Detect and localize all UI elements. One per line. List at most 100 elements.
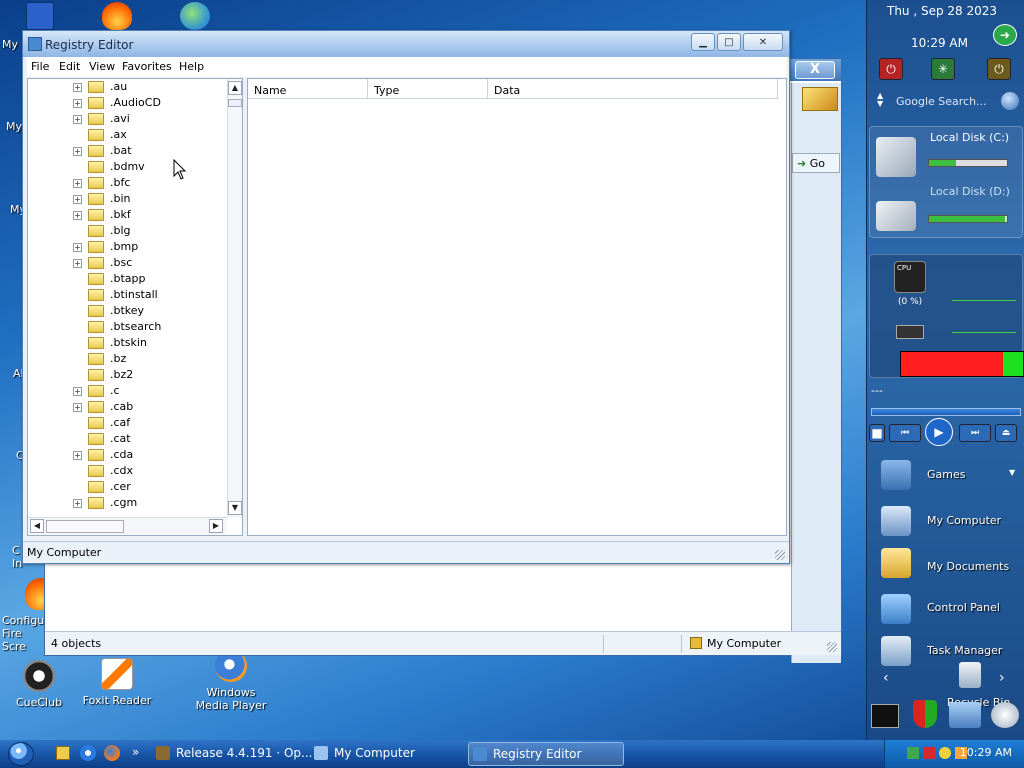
quicklaunch-firefox-icon[interactable] (104, 745, 120, 761)
minimize-button[interactable]: ▁ (691, 33, 715, 51)
play-icon[interactable]: ▶ (925, 418, 953, 446)
expand-plus-icon[interactable]: + (73, 83, 82, 92)
menu-favorites[interactable]: Favorites (122, 60, 172, 73)
tree-item[interactable]: .bz (28, 351, 224, 367)
desktop-icon-top-2[interactable] (102, 2, 132, 30)
quicklaunch-folder-icon[interactable] (56, 746, 70, 760)
menu-edit[interactable]: Edit (59, 60, 80, 73)
sidebar-prev-arrow-icon[interactable]: ‹ (883, 670, 889, 686)
previous-icon[interactable]: ⏮ (889, 424, 921, 442)
tree-item[interactable]: .btinstall (28, 287, 224, 303)
registry-values-list[interactable]: Name Type Data (247, 78, 787, 536)
tree-item[interactable]: + .au (28, 79, 224, 95)
scroll-thumb[interactable] (228, 99, 242, 107)
taskbar-clock[interactable]: 10:29 AM (960, 746, 1012, 759)
expand-plus-icon[interactable]: + (73, 387, 82, 396)
desktop-icon-cueclub[interactable]: CueClub (0, 660, 80, 709)
expand-plus-icon[interactable]: + (73, 195, 82, 204)
search-arrows-icon[interactable]: ▲ ▼ (877, 92, 883, 108)
tree-item[interactable]: + .c (28, 383, 224, 399)
expand-plus-icon[interactable]: + (73, 243, 82, 252)
tree-item[interactable]: .cat (28, 431, 224, 447)
scroll-up-arrow-icon[interactable]: ▲ (228, 81, 242, 95)
tree-item[interactable]: + .avi (28, 111, 224, 127)
tray-network-icon[interactable] (907, 747, 919, 759)
my-computer-close-button[interactable]: X (795, 61, 835, 79)
tree-item[interactable]: .btskin (28, 335, 224, 351)
tree-item[interactable]: .btkey (28, 303, 224, 319)
tree-item[interactable]: .cer (28, 479, 224, 495)
maximize-button[interactable]: □ (717, 33, 741, 51)
resize-grip[interactable] (775, 550, 785, 560)
tray-shield-icon[interactable] (923, 747, 935, 759)
quicklaunch-ie-icon[interactable] (80, 745, 96, 761)
sidebar-expand-arrow-icon[interactable]: ▼ (1009, 468, 1015, 477)
speaker-icon[interactable] (991, 702, 1019, 728)
expand-plus-icon[interactable]: + (73, 99, 82, 108)
expand-plus-icon[interactable]: + (73, 179, 82, 188)
menu-file[interactable]: File (31, 60, 49, 73)
taskbar-item-my-computer[interactable]: My Computer (310, 742, 460, 766)
command-prompt-icon[interactable] (871, 704, 899, 728)
tree-item[interactable]: .blg (28, 223, 224, 239)
scroll-down-arrow-icon[interactable]: ▼ (228, 501, 242, 515)
expand-plus-icon[interactable]: + (73, 451, 82, 460)
desktop-label-my-2[interactable]: My (6, 120, 22, 133)
tree-item[interactable]: .cdx (28, 463, 224, 479)
taskbar-item-release[interactable]: Release 4.4.191 · Op... (152, 742, 312, 766)
tree-horizontal-scrollbar[interactable]: ◀ ▶ (28, 517, 227, 535)
tree-item[interactable]: + .bmp (28, 239, 224, 255)
tree-item[interactable]: + .bat (28, 143, 224, 159)
tree-item[interactable]: .ax (28, 127, 224, 143)
tree-item[interactable]: .btapp (28, 271, 224, 287)
scroll-left-arrow-icon[interactable]: ◀ (30, 519, 44, 533)
quicklaunch-chevron[interactable]: » (132, 745, 139, 759)
expand-plus-icon[interactable]: + (73, 115, 82, 124)
column-header-data[interactable]: Data (488, 79, 778, 99)
sidebar-next-arrow-icon[interactable]: › (999, 670, 1005, 686)
tree-item[interactable]: + .cab (28, 399, 224, 415)
tree-item[interactable]: + .cda (28, 447, 224, 463)
tree-item[interactable]: .btsearch (28, 319, 224, 335)
go-button[interactable]: ➜ Go (792, 153, 840, 173)
eject-icon[interactable]: ⏏ (995, 424, 1017, 442)
forward-arrow-icon[interactable]: ➜ (993, 24, 1017, 46)
menu-help[interactable]: Help (179, 60, 204, 73)
tree-item[interactable]: .bz2 (28, 367, 224, 383)
taskbar-item-registry-editor[interactable]: Registry Editor (468, 742, 624, 766)
menu-view[interactable]: View (89, 60, 115, 73)
network-computers-icon[interactable] (949, 702, 981, 728)
standby-icon[interactable]: ⏻ (987, 58, 1011, 80)
start-button[interactable] (8, 742, 34, 766)
expand-plus-icon[interactable]: + (73, 499, 82, 508)
tree-item[interactable]: + .bkf (28, 207, 224, 223)
tree-item[interactable]: + .AudioCD (28, 95, 224, 111)
tree-item[interactable]: + .bin (28, 191, 224, 207)
media-progress-bar[interactable] (871, 408, 1021, 416)
tree-item[interactable]: .caf (28, 415, 224, 431)
close-button[interactable]: ✕ (743, 33, 783, 51)
network-icon[interactable]: ✳ (931, 58, 955, 80)
desktop-icon-windows-media-player[interactable]: Windows Media Player (190, 650, 272, 712)
tree-item[interactable]: + .bsc (28, 255, 224, 271)
tree-item[interactable]: + .bfc (28, 175, 224, 191)
registry-editor-window[interactable]: Registry Editor ▁ □ ✕ File Edit View Fav… (22, 30, 790, 564)
registry-editor-titlebar[interactable]: Registry Editor ▁ □ ✕ (23, 31, 789, 57)
expand-plus-icon[interactable]: + (73, 259, 82, 268)
tree-vertical-scrollbar[interactable]: ▲ ▼ (227, 79, 242, 517)
resize-grip[interactable] (827, 642, 837, 652)
tree-item[interactable]: .bdmv (28, 159, 224, 175)
expand-plus-icon[interactable]: + (73, 147, 82, 156)
expand-plus-icon[interactable]: + (73, 403, 82, 412)
scroll-right-arrow-icon[interactable]: ▶ (209, 519, 223, 533)
search-orb-icon[interactable] (1001, 92, 1019, 110)
stop-icon[interactable]: ■ (869, 424, 885, 442)
tree-item[interactable]: + .cgm (28, 495, 224, 511)
column-header-name[interactable]: Name (248, 79, 368, 99)
column-header-type[interactable]: Type (368, 79, 488, 99)
registry-tree[interactable]: + .cgm .cer .cdx + .cda .cat .caf + .cab + .c .bz2 .b… (27, 78, 243, 536)
next-icon[interactable]: ⏭ (959, 424, 991, 442)
desktop-icon-foxit-reader[interactable]: Foxit Reader (76, 658, 158, 707)
tray-smiley-icon[interactable] (939, 747, 951, 759)
desktop-icon-top-3[interactable] (180, 2, 210, 30)
